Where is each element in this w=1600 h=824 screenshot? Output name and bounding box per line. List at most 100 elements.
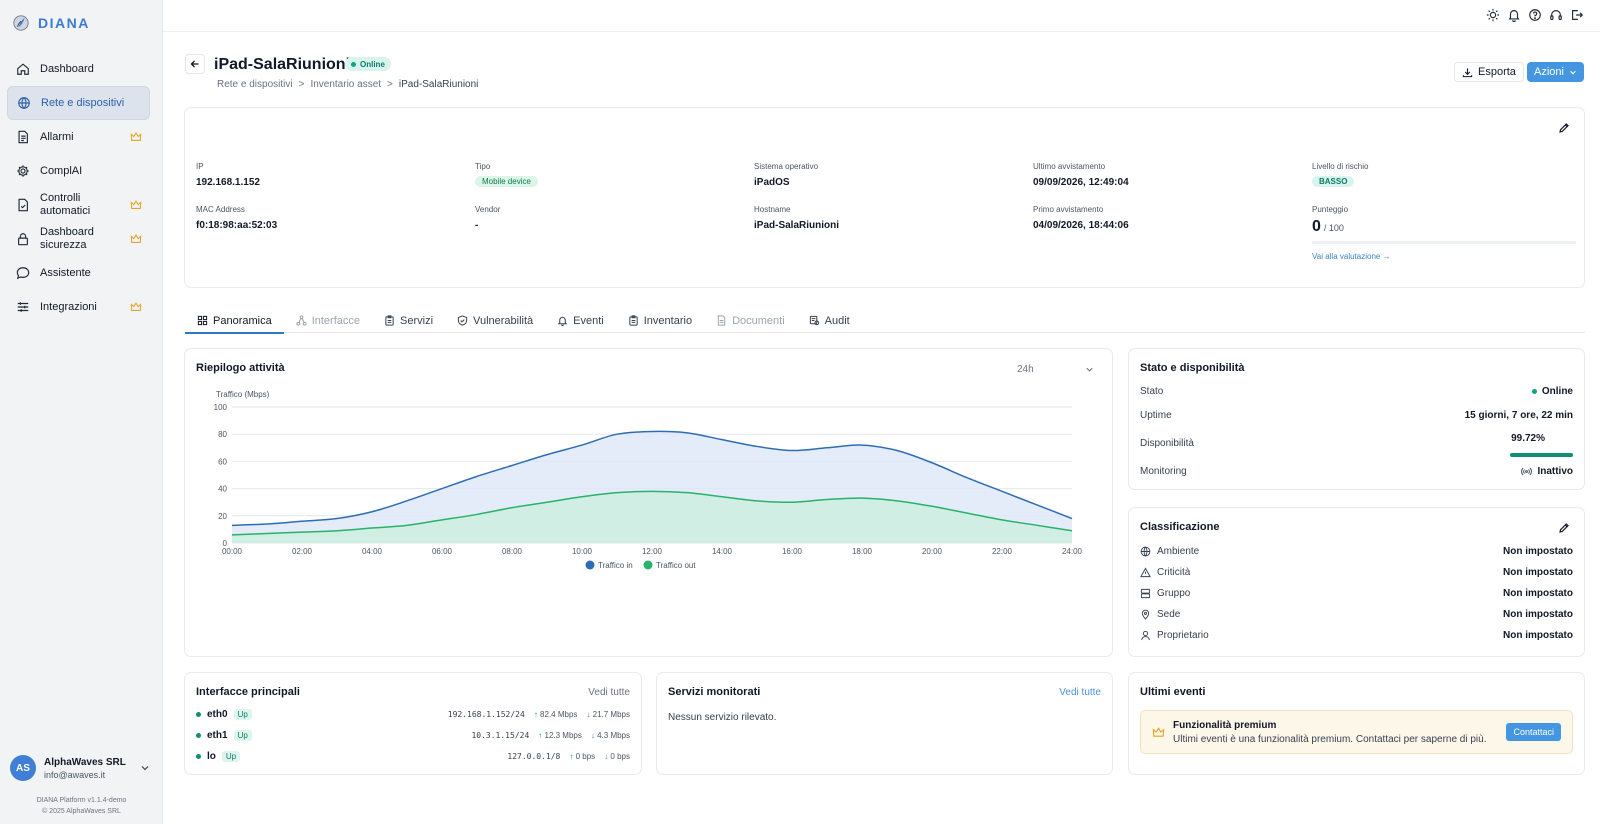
network-icon bbox=[18, 97, 30, 109]
arrow-up-icon: ↑ bbox=[538, 730, 543, 740]
y-tick-label: 40 bbox=[218, 485, 227, 494]
see-all-interfaces-link[interactable]: Vedi tutte bbox=[588, 687, 630, 698]
sidebar-item-dashboard[interactable]: Dashboard bbox=[7, 52, 150, 86]
user-name: AlphaWaves SRL bbox=[44, 756, 126, 768]
tab-label: Audit bbox=[824, 314, 850, 327]
y-axis-label: Traffico (Mbps) bbox=[216, 390, 270, 399]
see-all-services-link[interactable]: Vedi tutte bbox=[1059, 687, 1101, 698]
contact-button[interactable]: Contattaci bbox=[1506, 723, 1561, 741]
user-info: AlphaWaves SRL info@awaves.it bbox=[44, 757, 126, 780]
interface-status-dot bbox=[196, 753, 201, 759]
tab-inventario[interactable]: Inventario bbox=[616, 308, 704, 333]
avatar: AS bbox=[10, 755, 36, 781]
interface-name: eth1 bbox=[207, 729, 228, 741]
interface-row[interactable]: eth0 Up 192.168.1.152/24 ↑ 82.4 Mbps ↓ 2… bbox=[196, 707, 630, 721]
tab-label: Interfacce bbox=[311, 314, 361, 327]
page-title: iPad-SalaRiunioni bbox=[214, 56, 351, 73]
export-button[interactable]: Esporta bbox=[1454, 62, 1524, 82]
x-tick-label: 00:00 bbox=[222, 547, 243, 556]
sidebar-item-assistente[interactable]: Assistente bbox=[7, 256, 150, 290]
row-value: Non impostato bbox=[1503, 546, 1573, 557]
tab-documenti[interactable]: Documenti bbox=[704, 308, 797, 333]
sidebar-item-label: Integrazioni bbox=[40, 300, 97, 313]
field-label: Punteggio bbox=[1312, 205, 1349, 214]
sidebar-item-integrazioni[interactable]: Integrazioni bbox=[7, 290, 150, 324]
sidebar-item-controlli-automatici[interactable]: Controlli automatici bbox=[7, 188, 150, 222]
arrow-down-icon: ↓ bbox=[586, 709, 591, 719]
breadcrumb-item[interactable]: Rete e dispositivi bbox=[217, 79, 293, 90]
field-last-seen: Ultimo avvistamento 09/09/2026, 12:49:04 bbox=[1033, 162, 1129, 188]
tab-panoramica[interactable]: Panoramica bbox=[185, 308, 284, 334]
score-display: 0 / 100 bbox=[1312, 218, 1576, 236]
lock-icon bbox=[18, 233, 28, 246]
traffic-chart: Traffico (Mbps)02040608010000:00 02:00 04:… bbox=[214, 390, 1083, 570]
row-value: 99.72% bbox=[1511, 433, 1545, 444]
breadcrumb-item[interactable]: Inventario asset bbox=[310, 79, 381, 90]
back-button[interactable] bbox=[185, 54, 205, 74]
interface-out: 4.3 Mbps bbox=[597, 730, 630, 740]
arrow-up-icon: ↑ bbox=[533, 709, 538, 719]
edit-icon[interactable] bbox=[1558, 522, 1570, 534]
tab-label: Documenti bbox=[732, 314, 785, 327]
logout-icon[interactable] bbox=[1570, 8, 1584, 22]
card-title: Interfacce principali bbox=[196, 686, 300, 698]
status-dot bbox=[1531, 389, 1537, 394]
premium-title: Funzionalità premium bbox=[1173, 720, 1277, 731]
interface-in: 0 bps bbox=[575, 751, 596, 761]
tab-interfacce[interactable]: Interfacce bbox=[284, 308, 372, 333]
breadcrumb-separator: > bbox=[387, 79, 393, 90]
interface-row[interactable]: lo Up 127.0.0.1/8 ↑ 0 bps ↓ 0 bps bbox=[196, 749, 630, 763]
sun-icon[interactable] bbox=[1486, 8, 1500, 22]
sidebar-item-label: Dashboard bbox=[40, 62, 94, 75]
interface-ip: 192.168.1.152/24 bbox=[447, 709, 525, 719]
tab-bar: Panoramica Interfacce Servizi Vulnerabil… bbox=[185, 308, 1585, 334]
actions-button[interactable]: Azioni bbox=[1527, 62, 1584, 82]
availability-row: Disponibilità 99.72% bbox=[1140, 433, 1573, 449]
user-menu[interactable]: AS AlphaWaves SRL info@awaves.it bbox=[10, 755, 150, 781]
interface-status-dot bbox=[196, 711, 201, 717]
copyright-text: © 2025 AlphaWaves SRL bbox=[42, 808, 121, 815]
chevron-down-icon[interactable] bbox=[140, 763, 150, 773]
tab-vulnerabilita[interactable]: Vulnerabilità bbox=[445, 308, 545, 333]
field-label: Hostname bbox=[754, 205, 791, 214]
evaluation-link[interactable]: Vai alla valutazione → bbox=[1312, 252, 1576, 261]
legend-label: Traffico in bbox=[598, 561, 633, 570]
document-icon bbox=[18, 130, 28, 144]
sidebar-item-dashboard-sicurezza[interactable]: Dashboard sicurezza bbox=[7, 222, 150, 256]
headset-icon[interactable] bbox=[1549, 8, 1563, 22]
breadcrumb-separator: > bbox=[298, 79, 305, 90]
crown-icon bbox=[1152, 727, 1165, 737]
sliders-icon bbox=[17, 302, 29, 312]
row-label: Gruppo bbox=[1157, 588, 1191, 599]
sidebar-item-complai[interactable]: ComplAI bbox=[7, 154, 150, 188]
x-tick-label: 20:00 bbox=[922, 547, 943, 556]
row-label: Ambiente bbox=[1157, 546, 1200, 557]
empty-state-text: Nessun servizio rilevato. bbox=[668, 712, 777, 723]
uptime-row: Uptime 15 giorni, 7 ore, 22 min bbox=[1140, 410, 1573, 421]
field-label: Livello di rischio bbox=[1312, 162, 1369, 171]
sidebar-item-label: Controlli automatici bbox=[40, 192, 91, 217]
chevron-down-icon bbox=[1570, 70, 1576, 74]
topbar bbox=[163, 0, 1600, 32]
crown-icon bbox=[130, 302, 142, 311]
sidebar: DIANA Dashboard Rete e dispositivi Allar… bbox=[0, 0, 163, 824]
sidebar-item-allarmi[interactable]: Allarmi bbox=[7, 120, 150, 154]
tab-servizi[interactable]: Servizi bbox=[372, 308, 445, 333]
edit-icon[interactable] bbox=[1558, 122, 1570, 134]
tab-label: Panoramica bbox=[213, 314, 272, 327]
home-icon bbox=[17, 63, 29, 75]
app-logo[interactable]: DIANA bbox=[12, 14, 90, 32]
x-tick-label: 14:00 bbox=[712, 547, 733, 556]
field-label: Primo avvistamento bbox=[1033, 205, 1104, 214]
status-badge: Online bbox=[345, 57, 391, 71]
tab-audit[interactable]: Audit bbox=[797, 308, 862, 333]
export-button-label: Esporta bbox=[1478, 66, 1516, 78]
help-icon[interactable] bbox=[1528, 8, 1542, 22]
sidebar-item-rete-e-dispositivi[interactable]: Rete e dispositivi bbox=[7, 86, 150, 120]
interface-row[interactable]: eth1 Up 10.3.1.15/24 ↑ 12.3 Mbps ↓ 4.3 M… bbox=[196, 728, 630, 742]
row-label: Disponibilità bbox=[1140, 438, 1194, 449]
field-label: Tipo bbox=[475, 162, 491, 171]
pin-icon bbox=[1141, 609, 1150, 620]
bell-icon[interactable] bbox=[1507, 8, 1521, 22]
tab-eventi[interactable]: Eventi bbox=[545, 308, 616, 333]
